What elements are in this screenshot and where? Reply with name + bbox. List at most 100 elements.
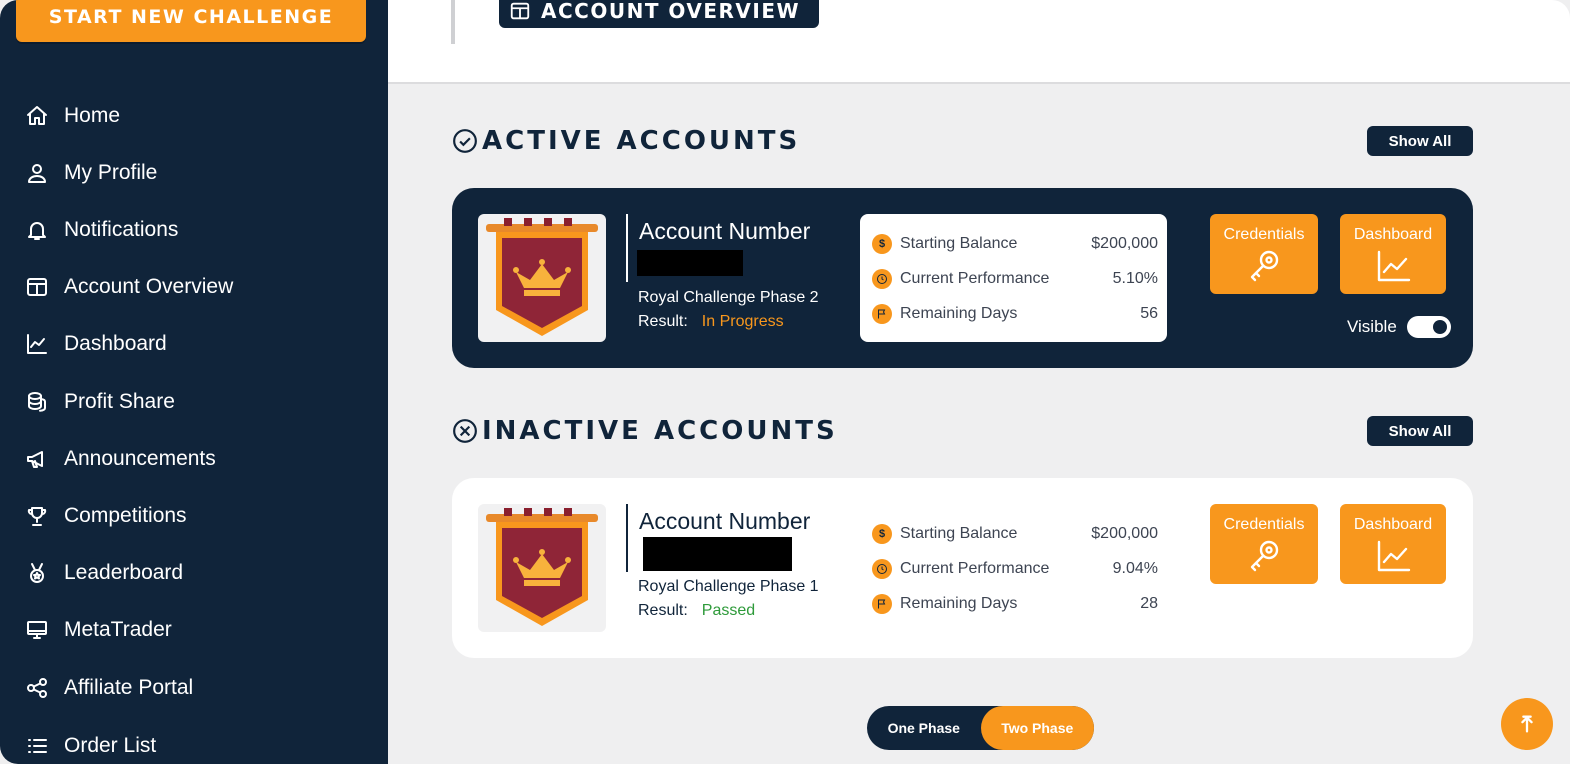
stat-current-performance: Current Performance 9.04% bbox=[872, 557, 1158, 581]
result-value: Passed bbox=[701, 602, 756, 619]
x-circle-icon bbox=[453, 419, 477, 443]
sidebar-item-profit-share[interactable]: Profit Share bbox=[22, 384, 175, 420]
stat-value: 9.04% bbox=[1112, 560, 1158, 577]
sidebar-item-label: Competitions bbox=[64, 504, 187, 527]
stat-label: Starting Balance bbox=[900, 525, 1018, 542]
clock-icon bbox=[872, 559, 892, 579]
credentials-label: Credentials bbox=[1223, 516, 1305, 533]
check-circle-icon bbox=[453, 129, 477, 153]
sidebar: START NEW CHALLENGE Home My Profile Noti… bbox=[0, 0, 388, 764]
scroll-top-button[interactable] bbox=[1501, 698, 1553, 750]
active-accounts-title: ACTIVE ACCOUNTS bbox=[482, 126, 801, 156]
active-accounts-heading: ACTIVE ACCOUNTS bbox=[452, 126, 800, 156]
dollar-icon: $ bbox=[872, 524, 892, 544]
dashboard-label: Dashboard bbox=[1353, 516, 1433, 533]
stat-current-performance: Current Performance 5.10% bbox=[872, 267, 1158, 291]
dashboard-button[interactable]: Dashboard bbox=[1340, 504, 1446, 584]
result-label: Result: bbox=[638, 602, 688, 619]
royal-banner-image bbox=[478, 214, 606, 342]
stat-label: Current Performance bbox=[900, 270, 1050, 287]
stats-panel: $ Starting Balance $200,000 Current Perf… bbox=[860, 214, 1167, 342]
start-new-challenge-button[interactable]: START NEW CHALLENGE bbox=[16, 0, 366, 42]
share-icon bbox=[22, 673, 52, 703]
medal-icon bbox=[22, 558, 52, 588]
result-value: In Progress bbox=[701, 313, 784, 330]
sidebar-item-my-profile[interactable]: My Profile bbox=[22, 155, 157, 191]
stat-label: Remaining Days bbox=[900, 305, 1018, 322]
royal-banner-image bbox=[478, 504, 606, 632]
flag-icon bbox=[872, 594, 892, 614]
stat-label: Remaining Days bbox=[900, 595, 1018, 612]
result-row: Result: Passed bbox=[638, 602, 755, 620]
page-title-text: ACCOUNT OVERVIEW bbox=[541, 0, 801, 23]
stats-panel: $ Starting Balance $200,000 Current Perf… bbox=[860, 504, 1167, 632]
sidebar-item-label: MetaTrader bbox=[64, 618, 172, 641]
megaphone-icon bbox=[22, 444, 52, 474]
visibility-control: Visible bbox=[1347, 316, 1451, 338]
sidebar-item-competitions[interactable]: Competitions bbox=[22, 498, 187, 534]
user-icon bbox=[22, 158, 52, 188]
phase-switch: One Phase Two Phase bbox=[867, 706, 1094, 750]
divider bbox=[626, 504, 628, 572]
inactive-accounts-heading: INACTIVE ACCOUNTS bbox=[452, 416, 838, 446]
sidebar-item-notifications[interactable]: Notifications bbox=[22, 212, 178, 248]
redacted-account-number bbox=[637, 250, 743, 276]
visible-toggle[interactable] bbox=[1406, 316, 1451, 338]
sidebar-item-dashboard[interactable]: Dashboard bbox=[22, 326, 167, 362]
home-icon bbox=[22, 101, 52, 131]
inactive-accounts-title: INACTIVE ACCOUNTS bbox=[482, 416, 838, 446]
chart-line-icon bbox=[22, 329, 52, 359]
key-icon bbox=[1250, 250, 1279, 282]
challenge-phase: Royal Challenge Phase 2 bbox=[638, 289, 819, 306]
credentials-button[interactable]: Credentials bbox=[1210, 214, 1318, 294]
result-label: Result: bbox=[638, 313, 688, 330]
stat-value: 5.10% bbox=[1112, 270, 1158, 287]
stat-value: $200,000 bbox=[1091, 235, 1158, 252]
active-account-card: Account Number Royal Challenge Phase 2 R… bbox=[452, 188, 1473, 368]
sidebar-item-label: Dashboard bbox=[64, 332, 167, 355]
stat-starting-balance: $ Starting Balance $200,000 bbox=[872, 522, 1158, 546]
sidebar-item-label: Order List bbox=[64, 734, 157, 757]
one-phase-option[interactable]: One Phase bbox=[867, 706, 981, 750]
active-show-all-button[interactable]: Show All bbox=[1367, 126, 1473, 156]
stat-label: Starting Balance bbox=[900, 235, 1018, 252]
app-frame: START NEW CHALLENGE Home My Profile Noti… bbox=[0, 0, 1570, 764]
chart-line-icon bbox=[1377, 540, 1411, 572]
credentials-label: Credentials bbox=[1223, 226, 1305, 243]
sidebar-item-label: Affiliate Portal bbox=[64, 676, 194, 699]
inactive-show-all-button[interactable]: Show All bbox=[1367, 416, 1473, 446]
sidebar-item-account-overview[interactable]: Account Overview bbox=[22, 269, 233, 305]
account-number-label: Account Number bbox=[639, 218, 811, 244]
columns-icon bbox=[22, 272, 52, 302]
dashboard-button[interactable]: Dashboard bbox=[1340, 214, 1446, 294]
sidebar-item-label: My Profile bbox=[64, 161, 158, 184]
arrow-up-icon bbox=[1521, 715, 1533, 733]
stat-remaining-days: Remaining Days 28 bbox=[872, 592, 1158, 616]
sidebar-item-label: Profit Share bbox=[64, 390, 175, 413]
bell-icon bbox=[22, 215, 52, 245]
sidebar-item-announcements[interactable]: Announcements bbox=[22, 441, 216, 477]
account-number-label: Account Number bbox=[639, 508, 811, 534]
flag-icon bbox=[872, 304, 892, 324]
header-divider bbox=[451, 0, 455, 44]
coins-icon bbox=[22, 387, 52, 417]
sidebar-item-order-list[interactable]: Order List bbox=[22, 728, 156, 764]
visible-label: Visible bbox=[1347, 317, 1397, 336]
sidebar-item-label: Leaderboard bbox=[64, 561, 184, 584]
sidebar-item-affiliate-portal[interactable]: Affiliate Portal bbox=[22, 670, 193, 706]
sidebar-item-home[interactable]: Home bbox=[22, 98, 120, 134]
sidebar-item-label: Home bbox=[64, 104, 121, 127]
columns-icon bbox=[510, 2, 530, 20]
stat-value: 28 bbox=[1140, 595, 1158, 612]
page-title: ACCOUNT OVERVIEW bbox=[499, 0, 819, 28]
dashboard-label: Dashboard bbox=[1353, 226, 1433, 243]
sidebar-item-leaderboard[interactable]: Leaderboard bbox=[22, 555, 183, 591]
stat-value: $200,000 bbox=[1091, 525, 1158, 542]
chart-line-icon bbox=[1377, 250, 1411, 282]
sidebar-item-metatrader[interactable]: MetaTrader bbox=[22, 612, 172, 648]
sidebar-item-label: Notifications bbox=[64, 218, 179, 241]
result-row: Result: In Progress bbox=[638, 313, 784, 331]
credentials-button[interactable]: Credentials bbox=[1210, 504, 1318, 584]
two-phase-option[interactable]: Two Phase bbox=[980, 706, 1094, 750]
redacted-account-number bbox=[643, 537, 792, 571]
